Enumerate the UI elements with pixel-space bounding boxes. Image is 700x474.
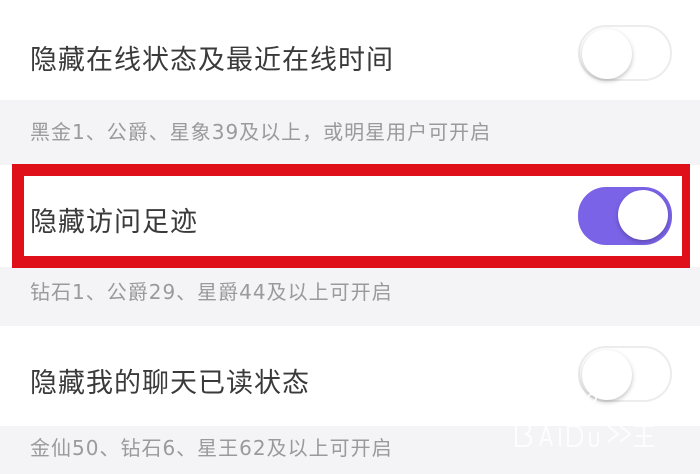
setting-row-hide-visit-footprint[interactable]: 隐藏访问足迹 bbox=[0, 165, 700, 267]
setting-label-hide-read-status: 隐藏我的聊天已读状态 bbox=[30, 368, 310, 399]
privacy-settings-screen: 隐藏在线状态及最近在线时间 黑金1、公爵、星象39及以上，或明星用户可开启 隐藏… bbox=[0, 0, 700, 474]
toggle-knob bbox=[618, 190, 668, 240]
setting-hint-hide-visit-footprint: 钻石1、公爵29、星爵44及以上可开启 bbox=[30, 280, 393, 304]
setting-row-hide-online-status[interactable]: 隐藏在线状态及最近在线时间 bbox=[0, 0, 700, 100]
toggle-hide-online-status[interactable] bbox=[578, 25, 672, 81]
toggle-hide-visit-footprint[interactable] bbox=[578, 187, 672, 245]
setting-hint-hide-online-status: 黑金1、公爵、星象39及以上，或明星用户可开启 bbox=[30, 120, 492, 144]
setting-label-hide-online-status: 隐藏在线状态及最近在线时间 bbox=[30, 45, 394, 76]
setting-label-hide-visit-footprint: 隐藏访问足迹 bbox=[30, 207, 198, 238]
baidu-jingyan-logo-icon bbox=[515, 389, 654, 448]
setting-hint-hide-read-status: 金仙50、钻石6、星王62及以上可开启 bbox=[30, 436, 393, 460]
toggle-knob bbox=[582, 29, 632, 79]
